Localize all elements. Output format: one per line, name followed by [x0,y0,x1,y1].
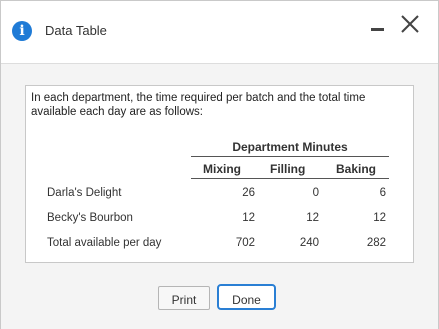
data-table-dialog: i Data Table In each department, the tim… [0,0,439,329]
intro-text: In each department, the time required pe… [31,92,366,118]
table-cell: 6 [379,187,386,199]
table-cell: 702 [235,237,255,249]
table-cell: 240 [299,237,319,249]
department-minutes-header: Department Minutes [232,140,348,154]
header-divider [191,156,389,157]
table-cell: 26 [242,187,255,199]
table-cell: 282 [366,237,386,249]
row-label: Becky's Bourbon [47,212,133,224]
close-icon[interactable] [399,13,421,35]
dialog-title: Data Table [45,23,107,38]
close-x-glyph [401,15,419,33]
print-button[interactable]: Print [158,286,210,310]
column-header-baking: Baking [336,162,377,176]
dialog-body: In each department, the time required pe… [1,63,438,329]
info-icon: i [12,21,32,41]
content-box: In each department, the time required pe… [25,85,414,263]
table-cell: 12 [242,212,255,224]
table-cell: 12 [306,212,319,224]
row-label: Total available per day [47,237,162,249]
minimize-icon[interactable] [369,15,387,35]
done-button[interactable]: Done [217,284,276,310]
column-divider [191,178,389,179]
column-header-filling: Filling [270,162,306,176]
table-cell: 0 [312,187,319,199]
column-header-mixing: Mixing [203,162,241,176]
row-label: Darla's Delight [47,187,122,199]
dialog-header: i Data Table [1,1,438,63]
button-bar: Print Done [1,284,438,316]
table-cell: 12 [373,212,386,224]
